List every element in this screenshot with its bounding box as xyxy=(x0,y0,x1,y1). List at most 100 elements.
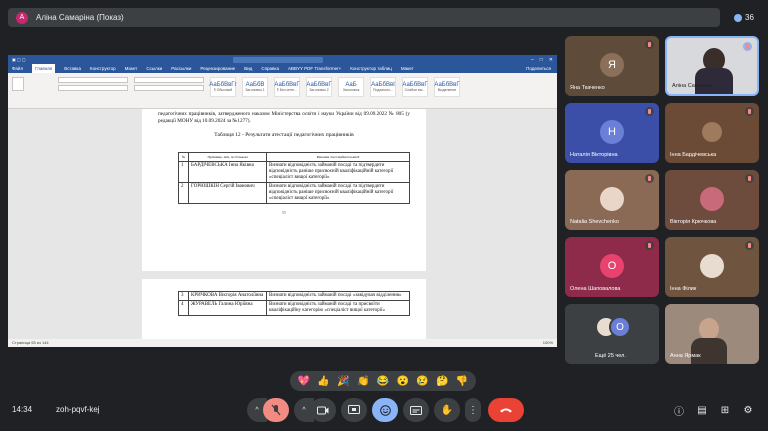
thumbs-down-reaction[interactable]: 👎 xyxy=(456,376,468,387)
participant-tile[interactable]: Анна Ярмак xyxy=(665,304,759,364)
tab-design[interactable]: Конструктор xyxy=(90,66,116,71)
document-area[interactable]: педагогічних працівників, затвердженого … xyxy=(8,109,557,339)
style-name: Слабое вы... xyxy=(404,88,426,92)
word-ribbon: АаБбВвГг ¶ Обычный АаБбВ Заголовок 1 АаБбВ… xyxy=(8,73,557,109)
paste-button[interactable] xyxy=(12,77,24,91)
participant-avatar: Я xyxy=(600,52,624,77)
header-num: № xyxy=(178,152,189,162)
host-controls-icon[interactable]: ⚙ xyxy=(741,403,755,417)
speaking-indicator-icon xyxy=(743,42,752,51)
participant-name: Аліна Самаріна xyxy=(672,83,713,89)
thinking-reaction[interactable]: 🤔 xyxy=(436,376,448,387)
style-subtle-emphasis[interactable]: АаБбВвГ Слабое вы... xyxy=(402,77,428,97)
participant-tile[interactable]: Я Яна Ткаченко xyxy=(565,36,659,96)
participants-count-button[interactable]: 36 xyxy=(728,8,760,27)
style-name: ¶ Обычный xyxy=(213,88,233,92)
style-emphasis[interactable]: АаБбВвГ Выделение xyxy=(434,77,460,97)
participant-tile[interactable]: Н Наталія Вікторівна xyxy=(565,103,659,163)
presentation-banner[interactable]: А Аліна Самаріна (Показ) xyxy=(8,8,720,27)
tab-insert[interactable]: Вставка xyxy=(64,66,81,71)
cell-num: 2 xyxy=(178,182,189,204)
camera-button[interactable] xyxy=(310,398,336,422)
participant-tile[interactable]: Natalia Shevchenko xyxy=(565,170,659,230)
minimize-icon[interactable]: – xyxy=(531,57,534,63)
people-icon xyxy=(734,13,743,22)
tab-review[interactable]: Рецензирование xyxy=(200,66,235,71)
style-heading2[interactable]: АаБбВвГ Заголовок 2 xyxy=(306,77,332,97)
info-icon[interactable]: ⓘ xyxy=(672,403,686,418)
participant-tile-active-speaker[interactable]: Аліна Самаріна xyxy=(665,36,759,96)
party-reaction[interactable]: 🎉 xyxy=(337,376,349,387)
word-search-box[interactable] xyxy=(233,56,324,63)
cell-num: 4 xyxy=(178,300,189,316)
maximize-icon[interactable]: □ xyxy=(540,57,543,63)
mic-off-icon xyxy=(745,174,754,183)
present-button[interactable] xyxy=(341,398,367,422)
raise-hand-button[interactable]: ✋ xyxy=(434,398,460,422)
style-name: Подзаголо... xyxy=(373,88,393,92)
tab-home[interactable]: Главная xyxy=(32,64,56,73)
chat-icon[interactable]: ▤ xyxy=(695,403,709,417)
participant-tile[interactable]: Інна Бардічевська xyxy=(665,103,759,163)
tab-references[interactable]: Ссылки xyxy=(146,66,162,71)
cell-decision: Визнати відповідність займаній посаді та… xyxy=(266,300,410,316)
header-decision: Рішення атестаційної комісії xyxy=(266,152,410,162)
zoom-level[interactable]: 100% xyxy=(543,340,553,346)
style-no-spacing[interactable]: АаБбВвГ ¶ Без инте... xyxy=(274,77,300,97)
more-participants-tile[interactable]: О Ещё 25 чел. xyxy=(565,304,659,364)
tab-table-layout[interactable]: Макет xyxy=(401,66,414,71)
participant-avatar-stack: О xyxy=(595,316,631,338)
surprised-reaction[interactable]: 😮 xyxy=(396,376,408,387)
microphone-button[interactable] xyxy=(263,398,289,422)
camera-icon xyxy=(317,406,329,414)
thumbs-up-reaction[interactable]: 👍 xyxy=(317,376,329,387)
tab-view[interactable]: Вид xyxy=(244,66,252,71)
word-title-bar: ▣ ▢ ▢ – □ ✕ xyxy=(8,55,557,64)
participant-avatar: О xyxy=(600,253,624,278)
heart-reaction[interactable]: 💖 xyxy=(298,376,310,387)
page-status: Страница 55 из 144 xyxy=(12,340,49,345)
cell-num: 3 xyxy=(178,291,189,301)
participant-avatar xyxy=(702,121,722,142)
mic-off-icon xyxy=(645,107,654,116)
reactions-bar: 💖 👍 🎉 👏 😂 😮 😢 🤔 👎 xyxy=(290,371,476,391)
style-normal[interactable]: АаБбВвГг ¶ Обычный xyxy=(209,77,237,97)
tab-table-design[interactable]: Конструктор таблиц xyxy=(350,66,392,71)
participant-tile[interactable]: О Олена Шаповалова xyxy=(565,237,659,297)
participant-tile[interactable]: Інна Філик xyxy=(665,237,759,297)
font-group xyxy=(58,77,128,91)
list-buttons[interactable] xyxy=(134,77,204,83)
tab-layout[interactable]: Макет xyxy=(125,66,138,71)
leave-call-button[interactable] xyxy=(488,398,524,422)
tab-abbyy[interactable]: ABBYY PDF Transformer+ xyxy=(288,66,341,71)
laugh-reaction[interactable]: 😂 xyxy=(377,376,389,387)
share-button[interactable]: Поделиться xyxy=(526,66,551,71)
font-name-select[interactable] xyxy=(58,77,128,83)
activities-icon[interactable]: ⊞ xyxy=(718,403,732,417)
captions-button[interactable] xyxy=(403,398,429,422)
style-subtitle[interactable]: АаБбВвІ Подзаголо... xyxy=(370,77,396,97)
tab-help[interactable]: Справка xyxy=(261,66,279,71)
style-title[interactable]: АаБ Заголовок xyxy=(338,77,364,97)
participant-name: Анна Ярмак xyxy=(670,353,701,359)
cell-decision: Визнати відповідність займаній посаді та… xyxy=(266,161,410,183)
align-buttons[interactable] xyxy=(134,85,204,91)
hang-up-icon xyxy=(500,408,512,413)
close-icon[interactable]: ✕ xyxy=(549,57,553,63)
participant-tile[interactable]: Вікторія Крючкова xyxy=(665,170,759,230)
hand-icon: ✋ xyxy=(440,404,454,416)
tab-file[interactable]: Файл xyxy=(12,66,23,71)
sad-reaction[interactable]: 😢 xyxy=(416,376,428,387)
meeting-code: zoh-pqvf-kej xyxy=(56,405,100,414)
mic-off-icon xyxy=(745,241,754,250)
presenter-avatar: А xyxy=(16,11,28,24)
participant-name: Олена Шаповалова xyxy=(570,286,621,292)
table-caption: Таблиця 12 - Результати атестації педаго… xyxy=(214,132,354,138)
font-format-buttons[interactable] xyxy=(58,85,128,91)
tab-mailings[interactable]: Рассылки xyxy=(171,66,191,71)
style-name: Заголовок xyxy=(342,88,360,92)
reactions-button[interactable] xyxy=(372,398,398,422)
more-options-button[interactable]: ⋮ xyxy=(465,398,481,422)
clap-reaction[interactable]: 👏 xyxy=(357,376,369,387)
style-heading1[interactable]: АаБбВ Заголовок 1 xyxy=(242,77,268,97)
